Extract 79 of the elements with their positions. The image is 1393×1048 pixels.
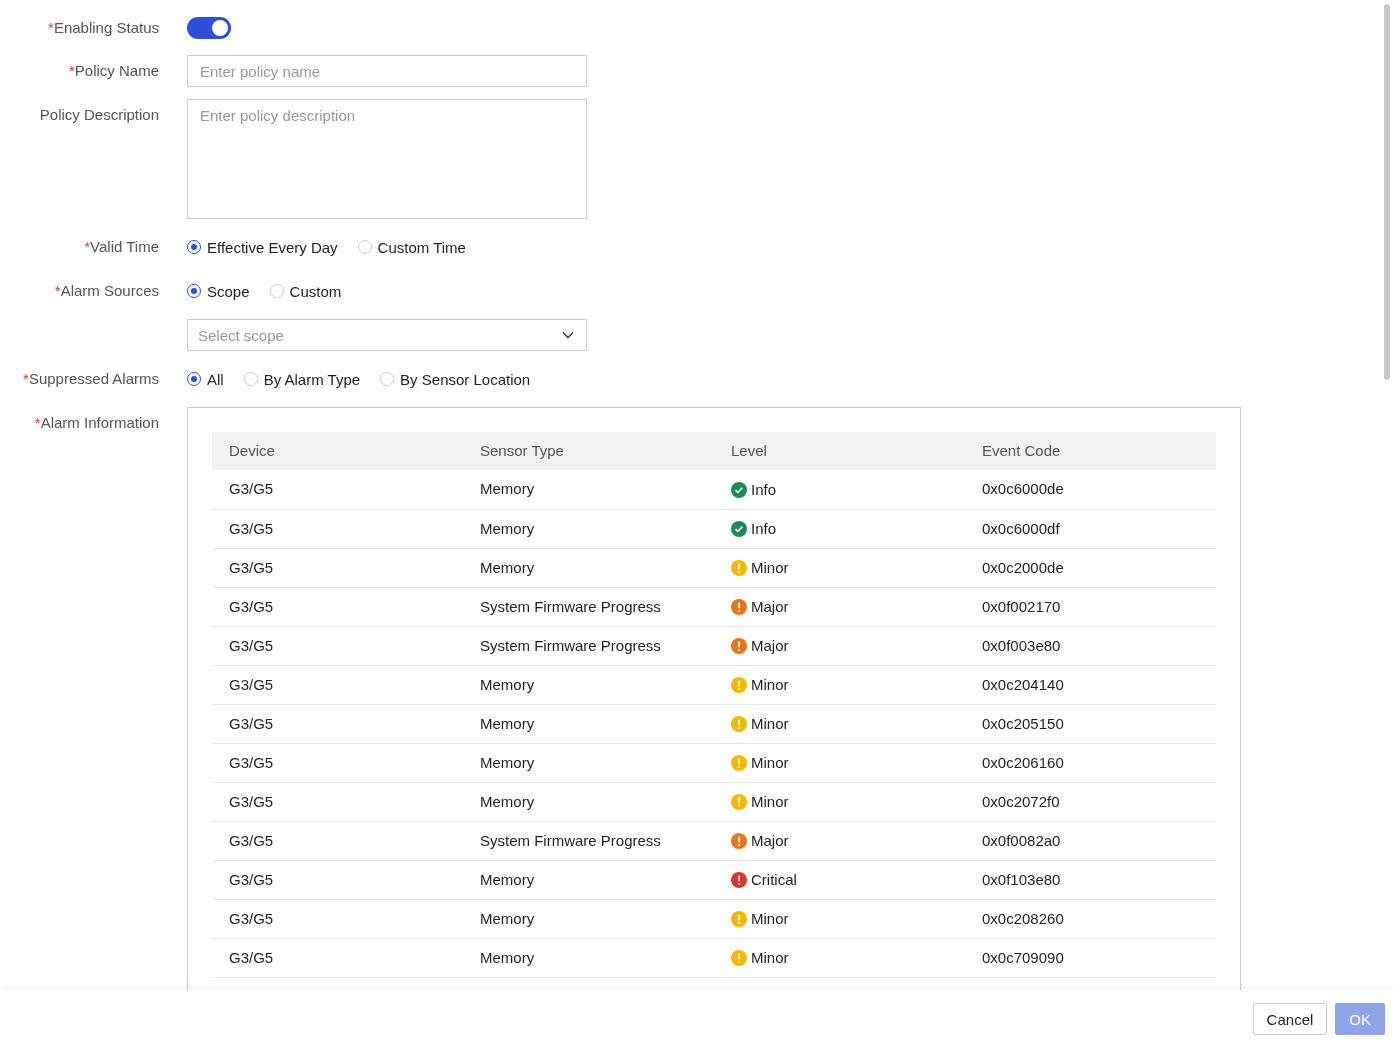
table-cell: Info bbox=[751, 480, 777, 499]
table-cell: Minor bbox=[751, 559, 789, 577]
table-cell: Major bbox=[751, 637, 789, 655]
table-cell: Memory bbox=[480, 480, 535, 498]
table-cell: 0x0f103e80 bbox=[982, 870, 1061, 888]
table-cell: Memory bbox=[480, 792, 535, 810]
field-label: *Valid Time bbox=[83, 238, 159, 256]
radio-label[interactable]: Scope bbox=[207, 282, 250, 300]
table-cell: Major bbox=[751, 832, 789, 850]
table-cell: G3/G5 bbox=[229, 753, 274, 771]
table-cell: G3/G5 bbox=[229, 480, 274, 498]
table-cell: G3/G5 bbox=[229, 948, 274, 966]
table-cell: System Firmware Progress bbox=[480, 597, 661, 615]
field-label: *Alarm Information bbox=[33, 414, 159, 432]
table-cell: 0x0c6000df bbox=[982, 519, 1060, 537]
toggle-switch[interactable] bbox=[187, 17, 231, 39]
chevron-down-icon bbox=[562, 331, 574, 339]
table-cell: Minor bbox=[751, 676, 789, 694]
table-cell: Memory bbox=[480, 519, 535, 537]
table-cell: Memory bbox=[480, 909, 535, 927]
table-cell: 0x0c204140 bbox=[982, 675, 1064, 693]
table-cell: G3/G5 bbox=[229, 597, 274, 615]
column-header: Sensor Type bbox=[463, 432, 714, 470]
radio-label[interactable]: Effective Every Day bbox=[207, 238, 338, 256]
table-cell: Critical bbox=[751, 871, 797, 889]
field-label: Policy Description bbox=[38, 106, 159, 124]
table-cell: G3/G5 bbox=[229, 636, 274, 654]
column-header: Event Code bbox=[965, 432, 1216, 470]
table-cell: 0x0f002170 bbox=[982, 597, 1061, 615]
table-cell: 0x0c205150 bbox=[982, 714, 1064, 732]
table-cell: Minor bbox=[751, 715, 789, 733]
table-cell: G3/G5 bbox=[229, 909, 274, 927]
field-label: *Enabling Status bbox=[47, 19, 159, 37]
table-cell: 0x0f0082a0 bbox=[982, 831, 1061, 849]
radio-button[interactable] bbox=[187, 240, 201, 254]
radio-button[interactable] bbox=[187, 372, 201, 386]
table-cell: G3/G5 bbox=[229, 831, 274, 849]
table-cell: Memory bbox=[480, 558, 535, 576]
table-cell: G3/G5 bbox=[229, 519, 274, 537]
table-cell: Memory bbox=[480, 675, 535, 693]
table-cell: Minor bbox=[751, 949, 789, 967]
policy-description-field[interactable]: Enter policy description bbox=[187, 99, 587, 219]
table-cell: Major bbox=[751, 598, 789, 616]
table-cell: Memory bbox=[480, 948, 535, 966]
table-cell: Info bbox=[751, 520, 777, 538]
radio-label[interactable]: All bbox=[207, 370, 224, 388]
radio-label[interactable]: By Sensor Location bbox=[400, 370, 531, 388]
table-cell: Minor bbox=[751, 793, 789, 811]
table-cell: System Firmware Progress bbox=[480, 831, 661, 849]
table-cell: 0x0f003e80 bbox=[982, 636, 1061, 654]
radio-label[interactable]: By Alarm Type bbox=[263, 370, 361, 388]
table-cell: 0x0c6000de bbox=[982, 480, 1064, 498]
table-cell: 0x0c208260 bbox=[982, 909, 1064, 927]
table-cell: G3/G5 bbox=[229, 870, 274, 888]
table-cell: Memory bbox=[480, 870, 535, 888]
radio-label[interactable]: Custom Time bbox=[377, 238, 466, 256]
radio-button[interactable] bbox=[187, 284, 201, 298]
table-cell: 0x0c206160 bbox=[982, 753, 1064, 771]
field-label: *Policy Name bbox=[67, 62, 159, 80]
table-cell: Memory bbox=[480, 714, 535, 732]
table-cell: G3/G5 bbox=[229, 792, 274, 810]
table-cell: 0x0c709090 bbox=[982, 948, 1064, 966]
column-header: Level bbox=[714, 432, 965, 470]
table-cell: Memory bbox=[480, 753, 535, 771]
table-cell: G3/G5 bbox=[229, 714, 274, 732]
table-cell: Minor bbox=[751, 754, 789, 772]
field-label: *Alarm Sources bbox=[53, 282, 159, 300]
table-cell: G3/G5 bbox=[229, 558, 274, 576]
radio-label[interactable]: Custom bbox=[289, 282, 342, 300]
scrollbar[interactable] bbox=[1384, 4, 1390, 380]
table-cell: 0x0c2072f0 bbox=[982, 792, 1060, 810]
table-cell: G3/G5 bbox=[229, 675, 274, 693]
table-cell: Minor bbox=[751, 910, 789, 928]
table-cell: System Firmware Progress bbox=[480, 636, 661, 654]
column-header: Device bbox=[212, 432, 463, 470]
policy-name-field[interactable]: Enter policy name bbox=[187, 55, 587, 87]
table-cell: 0x0c2000de bbox=[982, 558, 1064, 576]
cancel-button[interactable]: Cancel bbox=[1252, 1003, 1328, 1035]
field-label: *Suppressed Alarms bbox=[22, 370, 159, 388]
